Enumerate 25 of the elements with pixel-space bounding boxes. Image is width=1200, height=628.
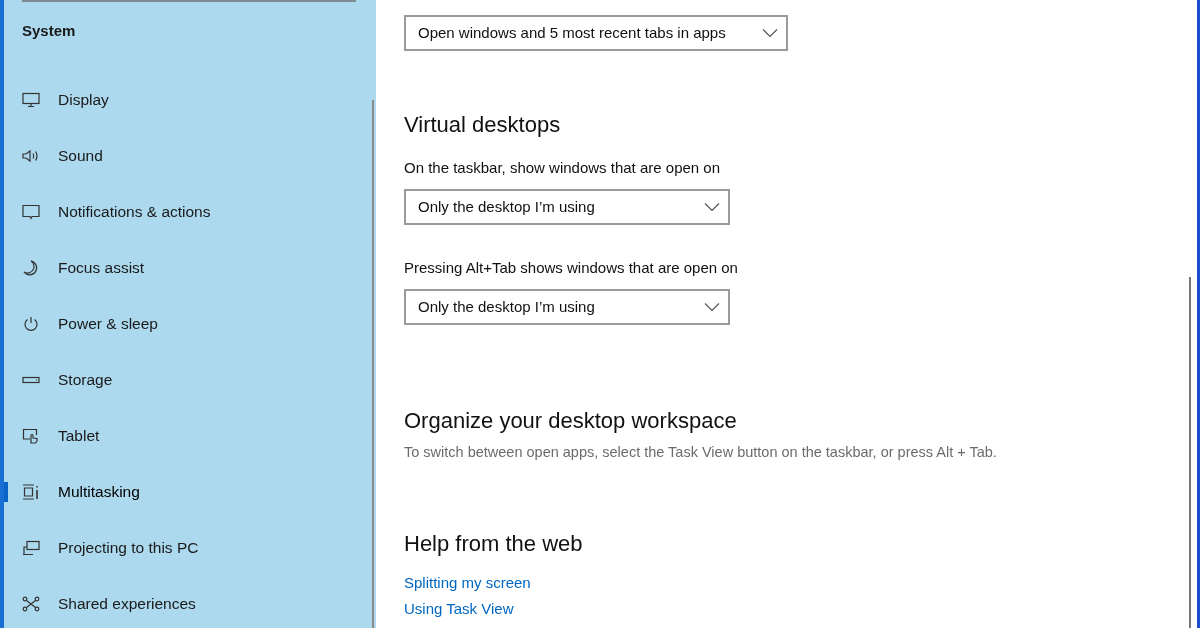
- sidebar-item[interactable]: Sound: [4, 127, 376, 184]
- section-title: Help from the web: [404, 530, 584, 558]
- setting-label: On the taskbar, show windows that are open on: [404, 159, 722, 177]
- sidebar-item[interactable]: Power & sleep: [4, 295, 376, 352]
- section-description: To switch between open apps, select the Task View button on the taskbar, or press Alt + Tab.: [404, 443, 998, 461]
- sidebar-item[interactable]: Notifications & actions: [4, 183, 376, 240]
- sidebar-item[interactable]: Focus assist: [4, 239, 376, 296]
- sidebar-heading: System: [22, 21, 77, 41]
- sidebar-item[interactable]: Tablet: [4, 407, 376, 464]
- sidebar-item[interactable]: Storage: [4, 351, 376, 408]
- sidebar-item[interactable]: Projecting to this PC: [4, 519, 376, 576]
- dropdown-value: Open windows and 5 most recent tabs in apps: [418, 22, 726, 43]
- sidebar-item[interactable]: Shared experiences: [4, 575, 376, 628]
- dropdown[interactable]: Open windows and 5 most recent tabs in apps: [404, 15, 788, 51]
- dropdown[interactable]: Only the desktop I’m using: [404, 289, 730, 325]
- setting-label: Pressing Alt+Tab shows windows that are open on: [404, 259, 739, 277]
- help-link[interactable]: Using Task View: [404, 600, 514, 618]
- dropdown-value: Only the desktop I’m using: [418, 296, 595, 317]
- dropdown[interactable]: Only the desktop I’m using: [404, 189, 730, 225]
- section-title: Virtual desktops: [404, 111, 562, 139]
- help-link[interactable]: Splitting my screen: [404, 574, 531, 592]
- sidebar-item[interactable]: Display: [4, 71, 376, 128]
- dropdown-value: Only the desktop I’m using: [418, 196, 595, 217]
- section-title: Organize your desktop workspace: [404, 407, 738, 435]
- sidebar-item[interactable]: Multitasking: [4, 463, 376, 520]
